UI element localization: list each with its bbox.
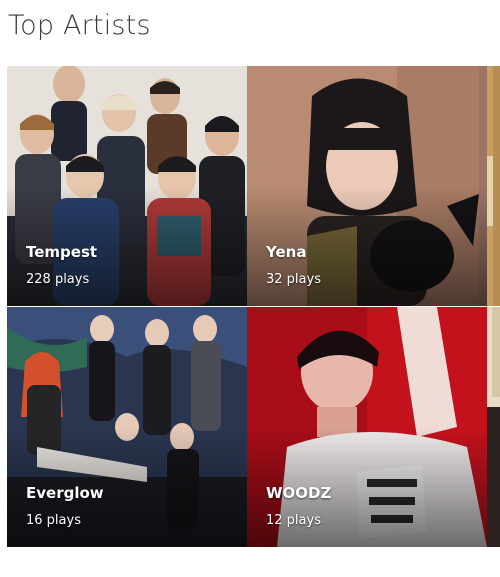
artist-grid: Tempest 228 plays Yena 32 plays Everglow… (7, 66, 500, 548)
artist-tile-partial-2[interactable] (487, 307, 500, 547)
artist-play-count: 32 plays (266, 272, 321, 287)
artist-play-count: 16 plays (26, 513, 81, 528)
artist-play-count: 12 plays (266, 513, 321, 528)
artist-tile-yena[interactable]: Yena 32 plays (247, 66, 487, 306)
artist-tile-everglow[interactable]: Everglow 16 plays (7, 307, 247, 547)
artist-play-count: 228 plays (26, 272, 90, 287)
section-title: Top Artists (8, 10, 151, 41)
top-artists-page: Top Artists Tempest 228 plays Yena 32 pl… (0, 0, 500, 577)
artist-name: Yena (266, 243, 307, 261)
artist-name: WOODZ (266, 484, 332, 502)
artist-image (487, 66, 500, 306)
artist-image (487, 307, 500, 547)
artist-tile-partial-1[interactable] (487, 66, 500, 306)
artist-tile-tempest[interactable]: Tempest 228 plays (7, 66, 247, 306)
artist-name: Everglow (26, 484, 104, 502)
artist-tile-woodz[interactable]: WOODZ 12 plays (247, 307, 487, 547)
artist-name: Tempest (26, 243, 98, 261)
